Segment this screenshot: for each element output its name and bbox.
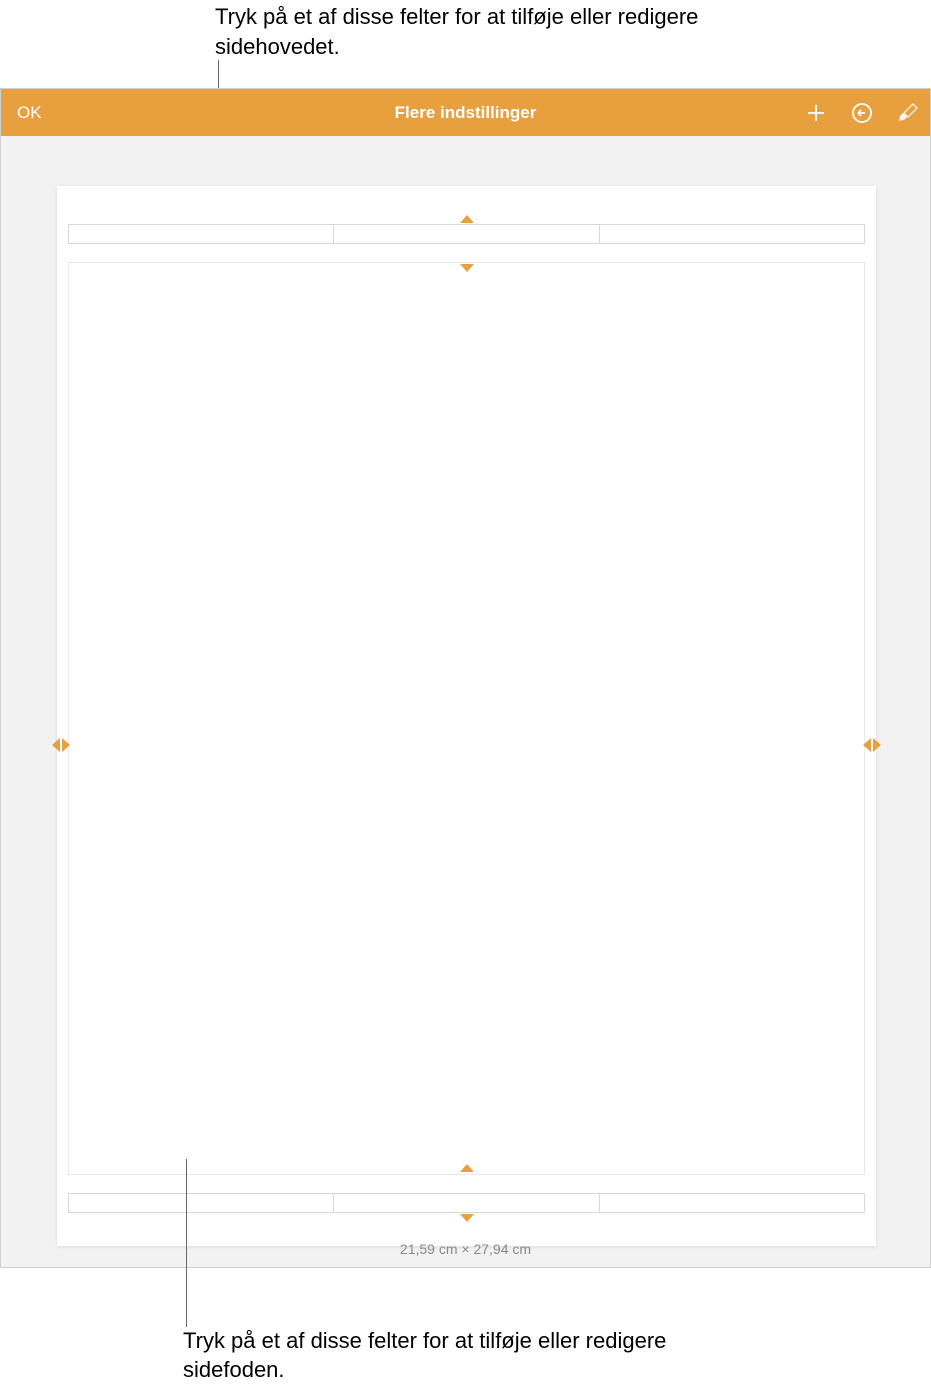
undo-icon[interactable] bbox=[850, 101, 874, 125]
margin-handle-right[interactable] bbox=[863, 738, 881, 752]
workspace: 21,59 cm × 27,94 cm bbox=[1, 136, 930, 1267]
header-field-right[interactable] bbox=[600, 225, 865, 243]
header-field-center[interactable] bbox=[334, 225, 599, 243]
footer-field-center[interactable] bbox=[334, 1194, 599, 1212]
margin-handle-bottom-outer[interactable] bbox=[460, 1214, 474, 1222]
margin-handle-top-outer[interactable] bbox=[460, 215, 474, 223]
app-window: OK Flere indstillinger bbox=[0, 88, 931, 1268]
header-field-left[interactable] bbox=[68, 225, 334, 243]
toolbar-title: Flere indstillinger bbox=[395, 103, 537, 123]
footer-fields-row bbox=[68, 1193, 865, 1213]
plus-icon[interactable] bbox=[804, 101, 828, 125]
brush-icon[interactable] bbox=[896, 101, 920, 125]
document-page bbox=[57, 186, 876, 1246]
header-fields-row bbox=[68, 224, 865, 244]
callout-header-text: Tryk på et af disse felter for at tilføj… bbox=[215, 2, 715, 61]
content-area[interactable] bbox=[68, 262, 865, 1175]
callout-leader-line-bottom bbox=[186, 1159, 187, 1327]
page-dimensions-label: 21,59 cm × 27,94 cm bbox=[400, 1241, 531, 1257]
footer-field-right[interactable] bbox=[600, 1194, 865, 1212]
margin-handle-bottom-inner[interactable] bbox=[460, 1164, 474, 1172]
callout-footer-text: Tryk på et af disse felter for at tilføj… bbox=[183, 1326, 683, 1385]
toolbar: OK Flere indstillinger bbox=[1, 89, 930, 136]
footer-field-left[interactable] bbox=[68, 1194, 334, 1212]
margin-handle-left[interactable] bbox=[52, 738, 70, 752]
toolbar-actions bbox=[804, 101, 920, 125]
ok-button[interactable]: OK bbox=[17, 103, 42, 123]
